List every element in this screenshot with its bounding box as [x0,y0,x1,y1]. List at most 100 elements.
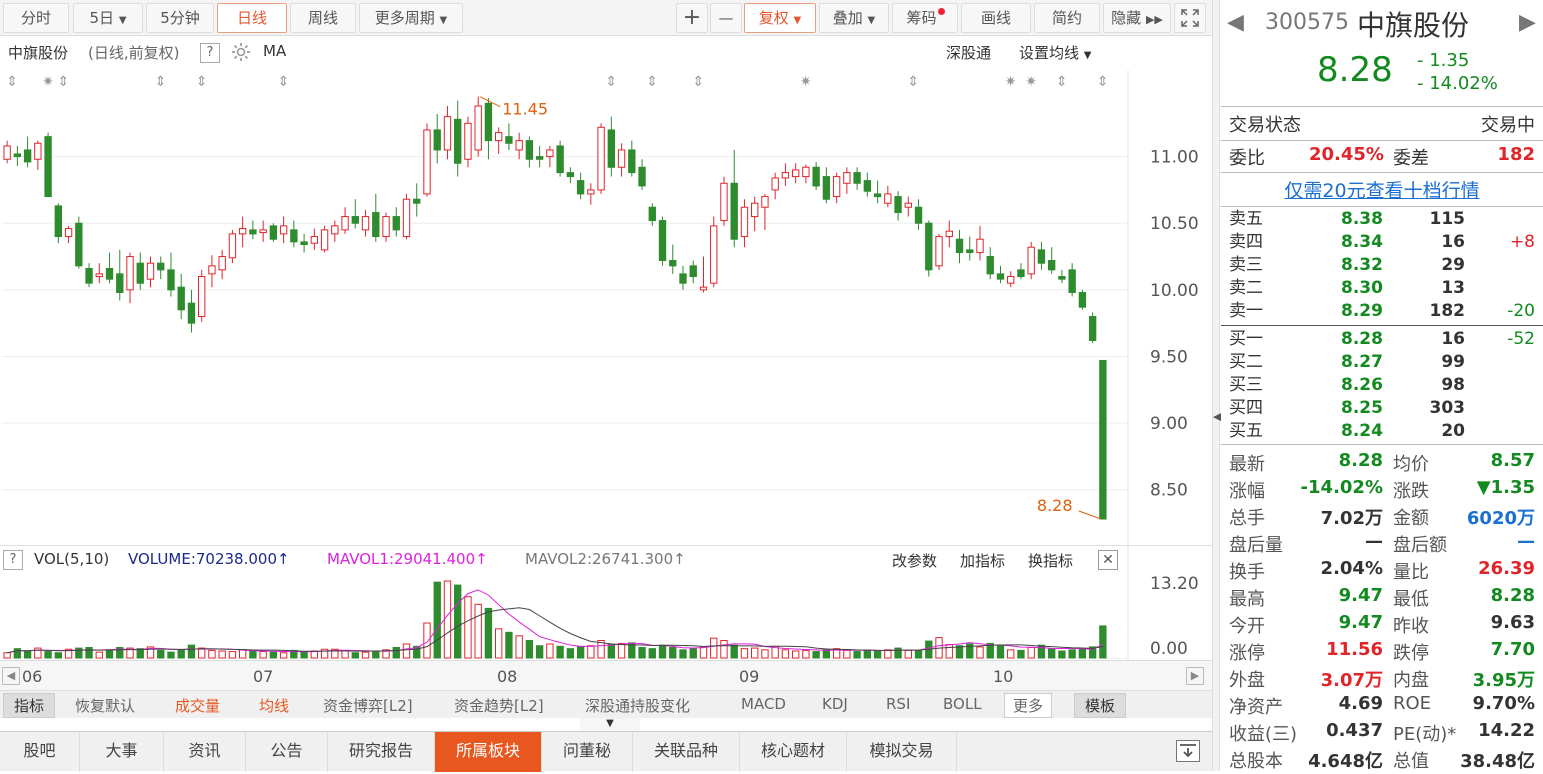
candle-body [1078,292,1087,308]
candle-body [320,229,329,251]
stat-value: ▼1.35 [1476,477,1535,498]
candle-body [884,193,892,204]
volume-bar [279,652,288,659]
add-indicator-button[interactable]: 加指标 [960,550,1005,571]
panel-splitter[interactable]: ◀ [1212,0,1221,771]
boll-tab[interactable]: BOLL [943,695,982,713]
tab-ask-secretary[interactable]: 问董秘 [542,732,633,772]
mavol1-value: MAVOL1:29041.400↑ [327,550,488,568]
level-volume: 98 [1441,375,1465,395]
event-marker-icon: ⇕ [1056,74,1068,90]
collapse-handle-icon[interactable]: ▼ [580,718,640,731]
volume-bar [372,650,380,659]
ask-row[interactable]: 卖三 8.32 29 [1221,254,1543,277]
bid-row[interactable]: 买二 8.27 99 [1221,351,1543,374]
volume-bar [351,652,359,659]
tab-research[interactable]: 研究报告 [328,732,435,772]
stat-row: 最新 8.28 均价 8.57 [1221,450,1543,477]
volume-bar [44,651,52,659]
candle-body [1037,249,1046,264]
candle-body [658,220,667,262]
volume-bar [1078,648,1087,659]
next-stock-icon[interactable]: ▶ [1519,10,1536,35]
candle-body [1068,269,1076,294]
template-button[interactable]: 模板 [1074,693,1127,718]
stat-row: 涨停 11.56 跌停 7.70 [1221,639,1543,666]
candle-body [935,236,943,267]
download-icon[interactable] [1176,740,1200,762]
stat-label: 涨幅 [1229,481,1265,502]
tab-guba[interactable]: 股吧 [0,732,80,772]
mavol2-value: MAVOL2:26741.300↑ [525,550,686,568]
candle-body [925,222,933,271]
change-params-button[interactable]: 改参数 [892,550,937,571]
volume-bar [607,643,615,659]
stat-value: 11.56 [1326,639,1383,660]
candle-body [341,216,349,231]
candle-body [95,273,103,278]
macd-tab[interactable]: MACD [741,695,786,713]
stat-value: 8.28 [1490,585,1535,606]
scroll-right-icon[interactable]: ▶ [1186,667,1204,685]
candle-body [955,238,964,254]
fund-game-tab[interactable]: 资金博弈[L2] [323,695,413,716]
volume-bar [54,652,62,659]
tab-sim-trade[interactable]: 模拟交易 [847,732,957,772]
tab-sectors[interactable]: 所属板块 [435,732,542,772]
rsi-tab[interactable]: RSI [886,695,910,713]
bid-row[interactable]: 买五 8.24 20 [1221,420,1543,443]
sgt-holdings-tab[interactable]: 深股通持股变化 [585,695,690,716]
vol-y-tick-label: 13.20 [1150,574,1199,594]
stat-row: 换手 2.04% 量比 26.39 [1221,558,1543,585]
help-icon[interactable]: ? [3,550,23,570]
ask-row[interactable]: 卖五 8.38 115 [1221,208,1543,231]
event-marker-icon: ✷ [42,74,54,90]
level-price: 8.27 [1341,352,1383,372]
stat-row: 今开 9.47 昨收 9.63 [1221,612,1543,639]
stat-label: 内盘 [1393,670,1429,691]
stock-code: 300575 [1265,10,1349,35]
ask-row[interactable]: 卖四 8.34 16 +8 [1221,231,1543,254]
tab-news[interactable]: 资讯 [164,732,246,772]
fund-trend-tab[interactable]: 资金趋势[L2] [454,695,544,716]
volume-bar [945,644,953,659]
restore-default-button[interactable]: 恢复默认 [75,695,135,716]
stat-label: 总手 [1229,508,1265,529]
tab-events[interactable]: 大事 [80,732,164,772]
collapse-right-icon[interactable]: ◀ [1213,410,1221,440]
stat-value: 9.47 [1338,585,1383,606]
high-annotation-label: 11.45 [502,100,548,119]
level2-link[interactable]: 仅需20元查看十档行情 [1221,176,1543,204]
bid-row[interactable]: 买三 8.26 98 [1221,374,1543,397]
bid-row[interactable]: 买一 8.28 16 -52 [1221,328,1543,351]
more-indicators-button[interactable]: 更多 [1004,693,1053,718]
tab-related[interactable]: 关联品种 [633,732,740,772]
bid-row[interactable]: 买四 8.25 303 [1221,397,1543,420]
kdj-tab[interactable]: KDJ [822,695,848,713]
tab-core-themes[interactable]: 核心题材 [740,732,847,772]
volume-bar [546,643,554,659]
switch-indicator-button[interactable]: 换指标 [1028,550,1073,571]
level-volume: 20 [1441,421,1465,441]
candle-body [587,189,595,195]
candle-body [54,205,62,238]
price-change-pct: - 14.02% [1417,73,1498,94]
y-tick-label: 11.00 [1150,148,1199,168]
volume-indicator-tab[interactable]: 成交量 [175,695,220,716]
event-marker-icon: ⇕ [646,74,658,90]
ask-row[interactable]: 卖一 8.29 182 -20 [1221,300,1543,323]
stat-row: 外盘 3.07万 内盘 3.95万 [1221,666,1543,693]
volume-bar [187,644,196,659]
close-icon[interactable]: ✕ [1098,550,1118,570]
prev-stock-icon[interactable]: ◀ [1227,10,1244,35]
tab-announcements[interactable]: 公告 [246,732,328,772]
scroll-left-icon[interactable]: ◀ [2,667,20,685]
volume-bar [996,644,1005,659]
candle-body [689,265,697,278]
ask-row[interactable]: 卖二 8.30 13 [1221,277,1543,300]
candle-body [208,265,216,275]
y-tick-label: 9.00 [1150,414,1188,434]
stat-label: ROE [1393,693,1432,714]
stat-value: 8.57 [1490,450,1535,471]
ma-indicator-tab[interactable]: 均线 [259,695,289,716]
